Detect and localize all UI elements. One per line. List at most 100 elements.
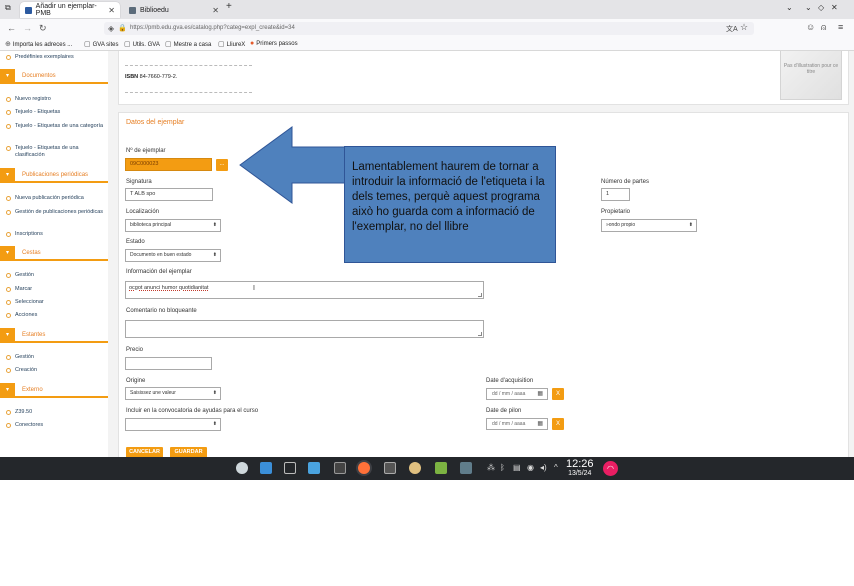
clear-adquisicion-button[interactable]: X <box>552 388 564 400</box>
sidebar-item-gestion-publicaciones[interactable]: Gestión de publicaciones periódicas <box>6 209 105 216</box>
bookmark-label: Utils. GVA <box>132 42 160 48</box>
lock-icon[interactable]: 🔒 <box>118 22 127 35</box>
clipboard-icon[interactable]: ▤ <box>513 463 521 472</box>
tracking-shield-icon[interactable]: ◈ <box>108 22 114 35</box>
network-icon[interactable]: ⁂ <box>487 463 495 472</box>
extensions-icon[interactable]: ⍝ <box>821 22 826 33</box>
signatura-input[interactable]: T ALB spo <box>125 188 213 201</box>
resize-handle-icon[interactable] <box>478 293 482 297</box>
ayudas-label: Incluir en la convocatoria de ayudas par… <box>126 408 259 414</box>
sidebar-item-acciones[interactable]: Acciones <box>6 312 105 319</box>
signatura-label: Signatura <box>126 179 152 185</box>
close-tab-icon[interactable]: ✕ <box>212 6 219 15</box>
bookmark-lliurex[interactable]: ▢ LliureX <box>218 40 245 48</box>
minimize-icon[interactable]: ⌄ <box>805 3 812 12</box>
tab-biblioedu[interactable]: Biblioedu ✕ <box>124 2 224 18</box>
account-icon[interactable]: ☺ <box>806 22 815 32</box>
cancel-button[interactable]: CANCELAR <box>126 447 163 457</box>
informacion-textarea[interactable]: ocgot anunci humor quotidianitat <box>125 281 484 299</box>
estado-select[interactable]: Documento en buen estado <box>125 249 221 262</box>
resize-handle-icon[interactable] <box>478 332 482 336</box>
propietario-select[interactable]: »ondo propio <box>601 219 697 232</box>
annotation-note: Lamentablement haurem de tornar a introd… <box>344 146 556 263</box>
bookmark-star-icon[interactable]: ☆ <box>740 22 748 33</box>
tab-overflow-icon[interactable]: ⌄ <box>786 3 793 12</box>
firefox-taskbar-icon[interactable] <box>358 462 370 474</box>
ayudas-select[interactable] <box>125 418 221 431</box>
screenshot-app-icon[interactable] <box>460 462 472 474</box>
pilon-date-input[interactable]: dd / mm / aaaa ▦ <box>486 418 548 430</box>
clear-pilon-button[interactable]: X <box>552 418 564 430</box>
sidebar-item-predefinies[interactable]: Predéfinies exemplaires <box>6 54 105 61</box>
sidebar-item-tejuelo-categoria[interactable]: Tejuelo - Etiquetas de una categoría <box>6 123 105 130</box>
folder-app-icon[interactable] <box>308 462 320 474</box>
maximize-icon[interactable]: ◇ <box>818 3 824 12</box>
sidebar-item-tejuelo-clasificacion[interactable]: Tejuelo - Etiquetas de una clasificación <box>6 145 105 159</box>
settings-app-icon[interactable] <box>409 462 421 474</box>
save-button[interactable]: GUARDAR <box>170 447 207 457</box>
precio-input[interactable] <box>125 357 212 370</box>
file-manager-icon[interactable] <box>260 462 272 474</box>
sidebar-item-seleccionar[interactable]: Seleccionar <box>6 299 105 306</box>
new-tab-button[interactable]: + <box>226 1 232 12</box>
folder-icon: ▢ <box>218 41 225 48</box>
user-avatar-icon[interactable]: ◠ <box>603 461 618 476</box>
volume-icon[interactable]: ◂) <box>540 463 547 472</box>
section-label: Publicaciones periódicas <box>22 172 89 178</box>
sidebar-item-nueva-publicacion[interactable]: Nueva publicación periódica <box>6 195 105 202</box>
calendar-icon[interactable]: ▦ <box>537 419 543 429</box>
collapse-icon[interactable]: ▾ <box>0 168 15 183</box>
comentario-textarea[interactable] <box>125 320 484 338</box>
bookmark-utils-gva[interactable]: ▢ Utils. GVA <box>124 40 160 48</box>
forward-icon[interactable]: → <box>23 23 32 33</box>
back-icon[interactable]: ← <box>7 23 16 33</box>
sidebar-item-creacion[interactable]: Creación <box>6 367 105 374</box>
window-close-icon[interactable]: ✕ <box>831 3 838 12</box>
sidebar-item-z3950[interactable]: Z39.50 <box>6 409 105 416</box>
editor-app-icon[interactable] <box>435 462 447 474</box>
adquisicion-date-input[interactable]: dd / mm / aaaa ▦ <box>486 388 548 400</box>
terminal-icon[interactable] <box>334 462 346 474</box>
sidebar-section-externo[interactable]: ▾ Externo <box>0 383 108 398</box>
close-tab-icon[interactable]: ✕ <box>108 6 115 15</box>
url-bar[interactable]: ◈ 🔒 https://pmb.edu.gva.es/catalog.php?c… <box>104 22 754 35</box>
calculator-icon[interactable] <box>384 462 396 474</box>
collapse-icon[interactable]: ▾ <box>0 383 15 398</box>
partes-input[interactable]: 1 <box>601 188 630 201</box>
reload-icon[interactable]: ↻ <box>39 23 47 34</box>
menu-icon[interactable]: ≡ <box>838 22 843 32</box>
tray-expand-icon[interactable]: ^ <box>554 463 558 472</box>
sidebar-item-conectores[interactable]: Conectores <box>6 422 105 429</box>
bookmark-primers-passos[interactable]: ● Primers passos <box>250 40 298 47</box>
bookmark-mestre-a-casa[interactable]: ▢ Mestre a casa <box>165 40 211 48</box>
sidebar-item-nuevo-registro[interactable]: Nuevo registro <box>6 96 105 103</box>
cloud-app-icon[interactable] <box>236 462 248 474</box>
tab-anadir-ejemplar[interactable]: Añadir un ejemplar-PMB ✕ <box>20 2 120 18</box>
tab-list-icon[interactable]: ⧉ <box>5 3 11 13</box>
sidebar-item-tejuelo[interactable]: Tejuelo - Etiquetas <box>6 109 105 116</box>
sidebar-item-marcar[interactable]: Marcar <box>6 286 105 293</box>
bookmark-gva-sites[interactable]: ▢ GVA sites <box>84 40 119 48</box>
collapse-icon[interactable]: ▾ <box>0 246 15 261</box>
barcode-generate-button[interactable]: ... <box>216 159 228 171</box>
collapse-icon[interactable]: ▾ <box>0 328 15 343</box>
sidebar-section-estantes[interactable]: ▾ Estantes <box>0 328 108 343</box>
calendar-icon[interactable]: ▦ <box>537 389 543 399</box>
bluetooth-icon[interactable]: ᛒ <box>500 463 505 472</box>
localizacion-select[interactable]: biblioteca principal <box>125 219 221 232</box>
barcode-input[interactable]: 09C000023 <box>125 158 212 171</box>
translate-icon[interactable]: 文A <box>726 24 738 34</box>
sidebar-item-gestion-cestas[interactable]: Gestión <box>6 272 105 279</box>
sidebar-section-publicaciones[interactable]: ▾ Publicaciones periódicas <box>0 168 108 183</box>
bookmark-importa[interactable]: ⊕ Importa les adreces ... <box>5 40 72 48</box>
collapse-icon[interactable]: ▾ <box>0 69 15 84</box>
sidebar-section-documentos[interactable]: ▾ Documentos <box>0 69 108 84</box>
notifications-icon[interactable]: ◉ <box>527 463 534 472</box>
show-desktop-icon[interactable] <box>284 462 296 474</box>
sidebar-section-cestas[interactable]: ▾ Cestas <box>0 246 108 261</box>
section-label: Estantes <box>22 332 46 338</box>
sidebar-item-gestion-estantes[interactable]: Gestión <box>6 354 105 361</box>
clock[interactable]: 12:26 13/5/24 <box>566 459 594 478</box>
origine-select[interactable]: Saisissez une valeur <box>125 387 221 400</box>
sidebar-item-inscriptions[interactable]: Inscriptions <box>6 231 105 238</box>
